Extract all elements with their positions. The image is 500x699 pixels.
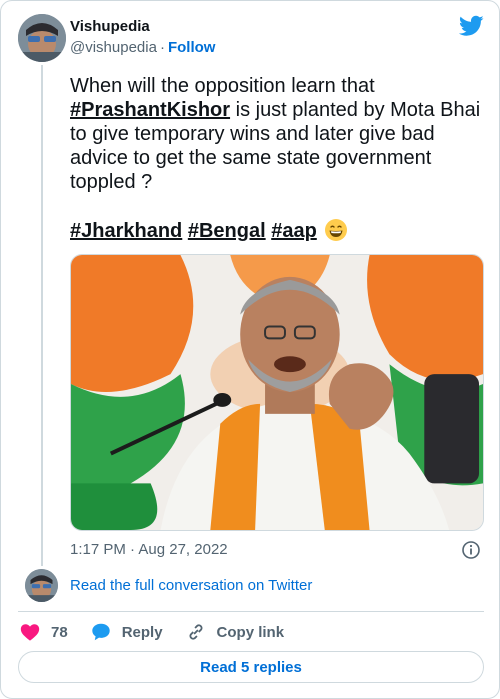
reply-button[interactable]: Reply (90, 621, 163, 643)
read-replies-button[interactable]: Read 5 replies (18, 651, 484, 683)
hashtag-jharkhand[interactable]: #Jharkhand (70, 220, 182, 242)
grinning-face-emoji-icon (324, 218, 348, 242)
like-button[interactable]: 78 (19, 621, 68, 643)
hashtag-prashantkishor[interactable]: #PrashantKishor (70, 99, 230, 121)
hashtag-aap[interactable]: #aap (271, 220, 317, 242)
paragraph-spacer (70, 194, 484, 218)
copy-link-button[interactable]: Copy link (185, 621, 285, 643)
read-full-conversation-link[interactable]: Read the full conversation on Twitter (70, 577, 312, 594)
divider (18, 611, 484, 612)
heart-icon (20, 624, 40, 641)
info-icon[interactable] (461, 540, 481, 560)
tweet-paragraph-1: When will the opposition learn that #Pra… (70, 74, 484, 194)
tweet-text-intro: When will the opposition learn that (70, 75, 381, 97)
time-separator: · (130, 541, 136, 558)
tweet-paragraph-2: #Jharkhand #Bengal #aap (70, 218, 484, 243)
tweet-text: When will the opposition learn that #Pra… (70, 74, 484, 243)
like-count: 78 (51, 623, 68, 641)
speech-bubble-icon (91, 623, 110, 641)
reply-label: Reply (121, 623, 163, 641)
link-icon (189, 624, 203, 640)
author-avatar[interactable] (18, 14, 66, 62)
conversation-avatar[interactable] (25, 569, 58, 602)
tweet-embed-card: Vishupedia @vishupedia · Follow When will … (0, 0, 500, 699)
author-name[interactable]: Vishupedia (70, 18, 150, 35)
tweet-timestamp[interactable]: 1:17 PM · Aug 27, 2022 (70, 541, 228, 558)
thread-line (41, 65, 43, 566)
twitter-bird-icon[interactable] (458, 15, 484, 37)
tweet-time: 1:17 PM (70, 541, 126, 558)
author-handle[interactable]: @vishupedia (70, 39, 157, 56)
follow-link[interactable]: Follow (168, 39, 216, 56)
tweet-date: Aug 27, 2022 (138, 541, 228, 558)
copy-link-label: Copy link (216, 623, 285, 641)
hashtag-bengal[interactable]: #Bengal (188, 220, 266, 242)
author-handle-row: @vishupedia · Follow (70, 39, 215, 56)
handle-separator: · (159, 39, 165, 56)
action-bar: 78 Reply Copy link (19, 620, 306, 644)
tweet-media-photo[interactable] (70, 254, 484, 531)
